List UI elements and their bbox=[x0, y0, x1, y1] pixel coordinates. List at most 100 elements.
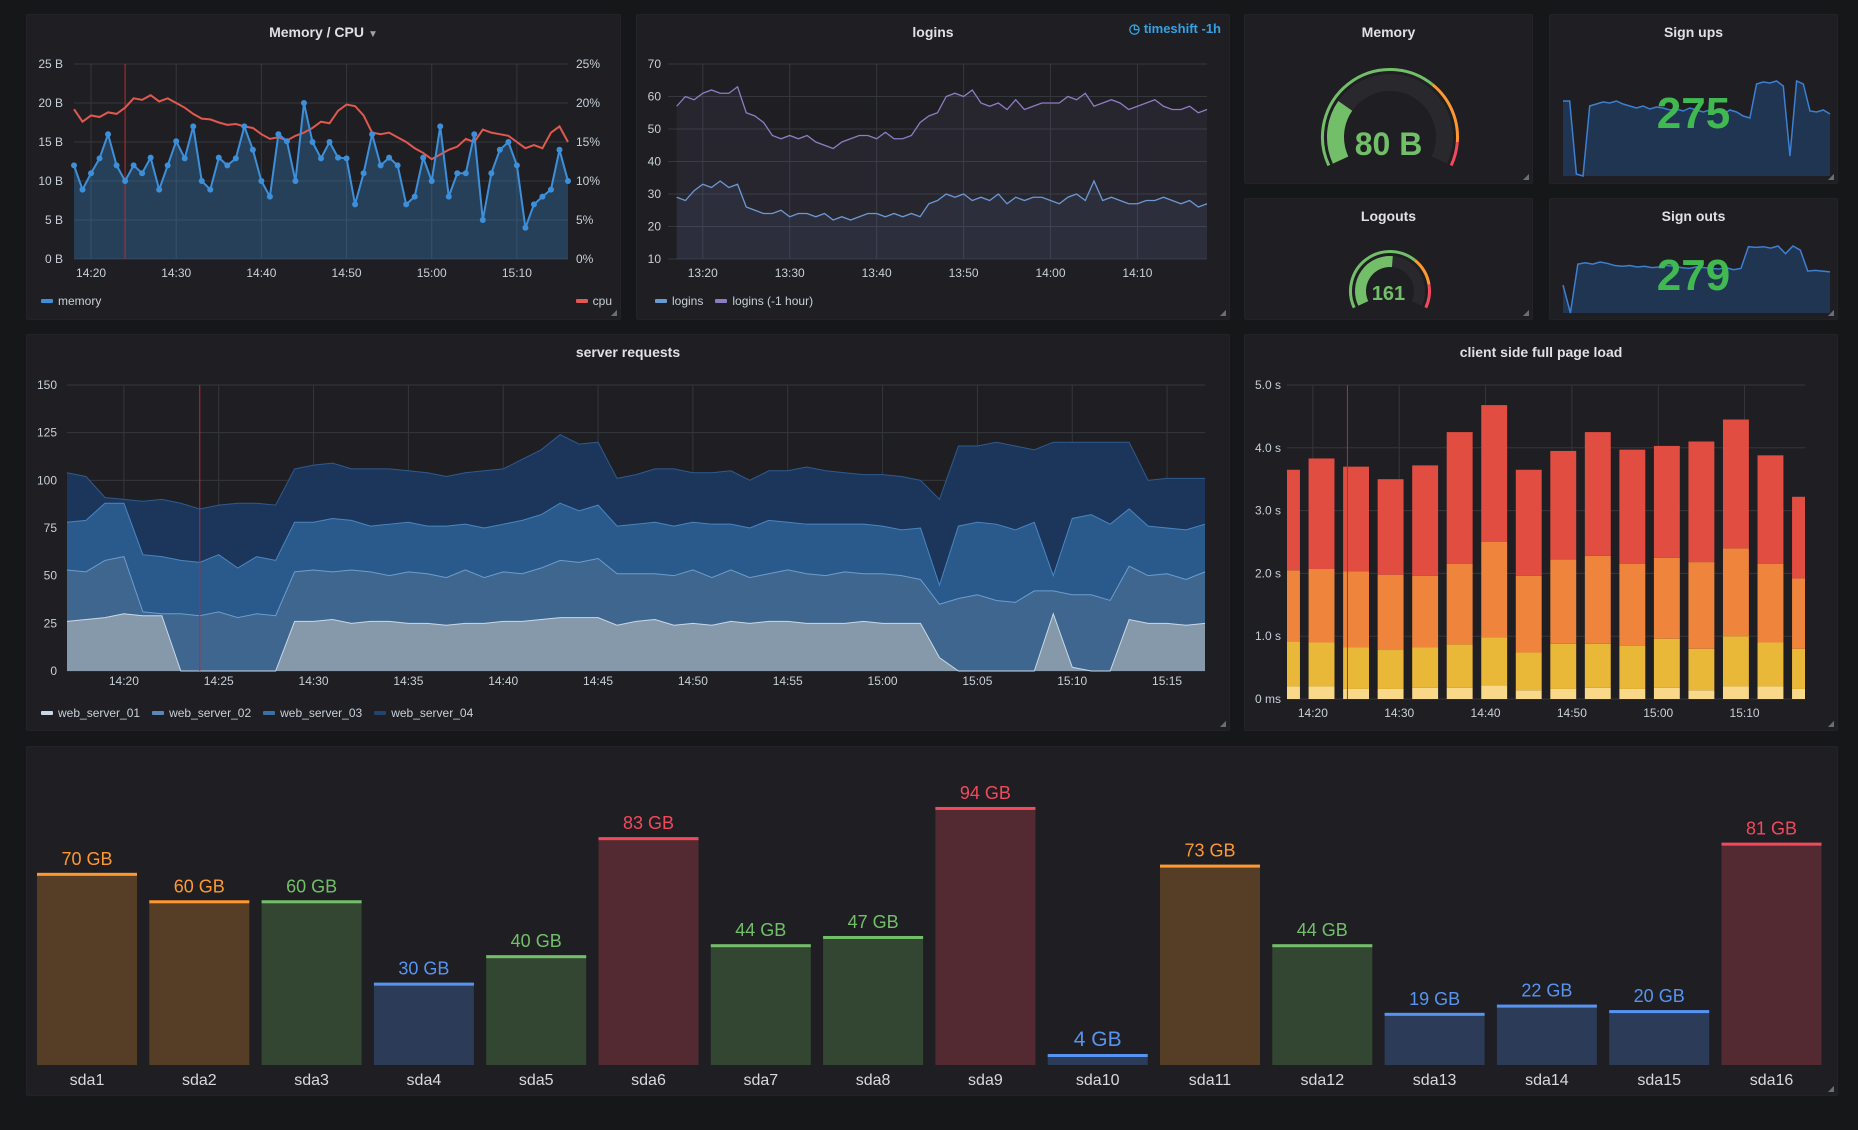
bar-segment bbox=[1757, 455, 1784, 564]
disk-value-label: 40 GB bbox=[511, 931, 562, 951]
memory-point bbox=[258, 178, 265, 184]
memory-point bbox=[122, 178, 129, 184]
memory-point bbox=[547, 186, 554, 193]
bar-segment bbox=[1688, 690, 1715, 699]
memory-point bbox=[300, 100, 307, 106]
disk-bar-top bbox=[1609, 1010, 1710, 1014]
resize-handle-icon[interactable]: ◢ bbox=[1828, 308, 1834, 317]
memory-point bbox=[428, 178, 435, 184]
legend-item-cpu[interactable]: cpu bbox=[575, 294, 612, 308]
bar-segment bbox=[1792, 496, 1805, 579]
series-area bbox=[676, 86, 1207, 259]
legend-label: web_server_03 bbox=[280, 706, 363, 720]
disk-bar bbox=[37, 872, 137, 1065]
resize-handle-icon[interactable]: ◢ bbox=[1828, 1084, 1834, 1093]
disk-bar bbox=[1609, 1010, 1710, 1065]
x-tick-label: 13:50 bbox=[949, 266, 979, 280]
memory-area bbox=[74, 103, 568, 259]
memory-point bbox=[488, 170, 495, 177]
disk-value-label: 30 GB bbox=[398, 959, 449, 979]
bar-segment bbox=[1550, 450, 1577, 560]
bar-segment bbox=[1619, 645, 1646, 689]
disk-bar-top bbox=[373, 982, 474, 986]
legend-label: logins (-1 hour) bbox=[732, 294, 814, 308]
legend-label: web_server_01 bbox=[58, 706, 141, 720]
y-tick-label: 60 bbox=[648, 90, 662, 104]
bar-segment bbox=[1653, 687, 1680, 699]
y-tick-label: 1.0 s bbox=[1255, 629, 1281, 643]
resize-handle-icon[interactable]: ◢ bbox=[1523, 308, 1529, 317]
legend-swatch bbox=[152, 711, 165, 715]
disk-bar bbox=[1272, 944, 1373, 1065]
x-tick-label: 14:20 bbox=[109, 674, 139, 688]
legend-swatch bbox=[374, 711, 387, 715]
bar-segment bbox=[1550, 643, 1577, 689]
bar-segment bbox=[1688, 648, 1715, 691]
bar-segment bbox=[1446, 432, 1473, 564]
disk-bar bbox=[935, 806, 1036, 1065]
bar-segment bbox=[1446, 644, 1473, 688]
memory-point bbox=[88, 170, 95, 177]
bar-segment bbox=[1619, 688, 1646, 699]
bar-segment bbox=[1757, 686, 1784, 699]
x-tick-label: 14:30 bbox=[299, 674, 329, 688]
memory-point bbox=[335, 154, 342, 161]
disk-value-label: 73 GB bbox=[1184, 841, 1235, 861]
memory-point bbox=[164, 162, 171, 169]
disk-value-label: 22 GB bbox=[1521, 981, 1572, 1001]
x-tick-label: 13:40 bbox=[862, 266, 892, 280]
resize-handle-icon[interactable]: ◢ bbox=[611, 308, 617, 317]
bar-segment bbox=[1550, 559, 1577, 644]
bar-segment bbox=[1412, 575, 1439, 648]
y-tick-label: 3.0 s bbox=[1255, 504, 1281, 518]
bars bbox=[1287, 405, 1805, 699]
memory-point bbox=[147, 154, 154, 161]
y-tick-label: 10 bbox=[648, 252, 662, 266]
disk-name-label: sda14 bbox=[1525, 1072, 1569, 1089]
resize-handle-icon[interactable]: ◢ bbox=[1220, 719, 1226, 728]
legend-label: cpu bbox=[592, 294, 612, 308]
resize-handle-icon[interactable]: ◢ bbox=[1220, 308, 1226, 317]
y-tick-label: 4.0 s bbox=[1255, 441, 1281, 455]
bar-segment bbox=[1446, 687, 1473, 699]
legend-swatch bbox=[41, 299, 53, 303]
resize-handle-icon[interactable]: ◢ bbox=[1828, 172, 1834, 181]
disk-bar bbox=[823, 935, 924, 1065]
disk-value-label: 44 GB bbox=[735, 920, 786, 940]
disk-bar-top bbox=[1047, 1054, 1148, 1058]
x-tick-label: 15:10 bbox=[1057, 674, 1087, 688]
y-tick-label: 50 bbox=[44, 569, 58, 583]
disk-bar-top bbox=[37, 872, 137, 876]
memory-point bbox=[496, 146, 503, 153]
y2-tick-label: 25% bbox=[576, 57, 600, 71]
legend-item-memory[interactable]: memory bbox=[41, 294, 101, 308]
memory-cpu-chart: 0 B 0% 5 B 5% 10 B 10% 15 B 15% 20 B 20% 25 B 25% 14… bbox=[38, 57, 600, 280]
x-tick-label: 14:10 bbox=[1122, 266, 1152, 280]
bar-segment bbox=[1287, 469, 1300, 571]
memory-point bbox=[309, 139, 316, 145]
legend-item-logins[interactable]: logins bbox=[655, 294, 703, 308]
legend-item-logins-1h[interactable]: logins (-1 hour) bbox=[715, 294, 813, 308]
x-tick-label: 13:30 bbox=[775, 266, 805, 280]
y-tick-label: 40 bbox=[648, 155, 662, 169]
legend-swatch bbox=[655, 299, 667, 303]
resize-handle-icon[interactable]: ◢ bbox=[1523, 172, 1529, 181]
memory-point bbox=[530, 201, 537, 208]
disk-value-label: 83 GB bbox=[623, 813, 674, 833]
x-tick-label: 14:40 bbox=[246, 266, 276, 280]
memory-point bbox=[232, 155, 239, 162]
bar-segment bbox=[1308, 458, 1335, 570]
legend-swatch bbox=[263, 711, 276, 715]
disk-bar-top bbox=[598, 837, 699, 841]
memory-point bbox=[241, 123, 248, 130]
legend-item-web-server-01[interactable]: web_server_01 bbox=[41, 706, 140, 720]
bar-segment bbox=[1515, 690, 1542, 699]
resize-handle-icon[interactable]: ◢ bbox=[1828, 719, 1834, 728]
legend-item-web-server-02[interactable]: web_server_02 bbox=[152, 706, 251, 720]
memory-point bbox=[130, 162, 137, 169]
legend-item-web-server-03[interactable]: web_server_03 bbox=[263, 706, 362, 720]
memory-point bbox=[369, 131, 376, 138]
x-tick-label: 15:00 bbox=[417, 266, 447, 280]
disk-value-label: 94 GB bbox=[960, 783, 1011, 803]
legend-item-web-server-04[interactable]: web_server_04 bbox=[374, 706, 473, 720]
